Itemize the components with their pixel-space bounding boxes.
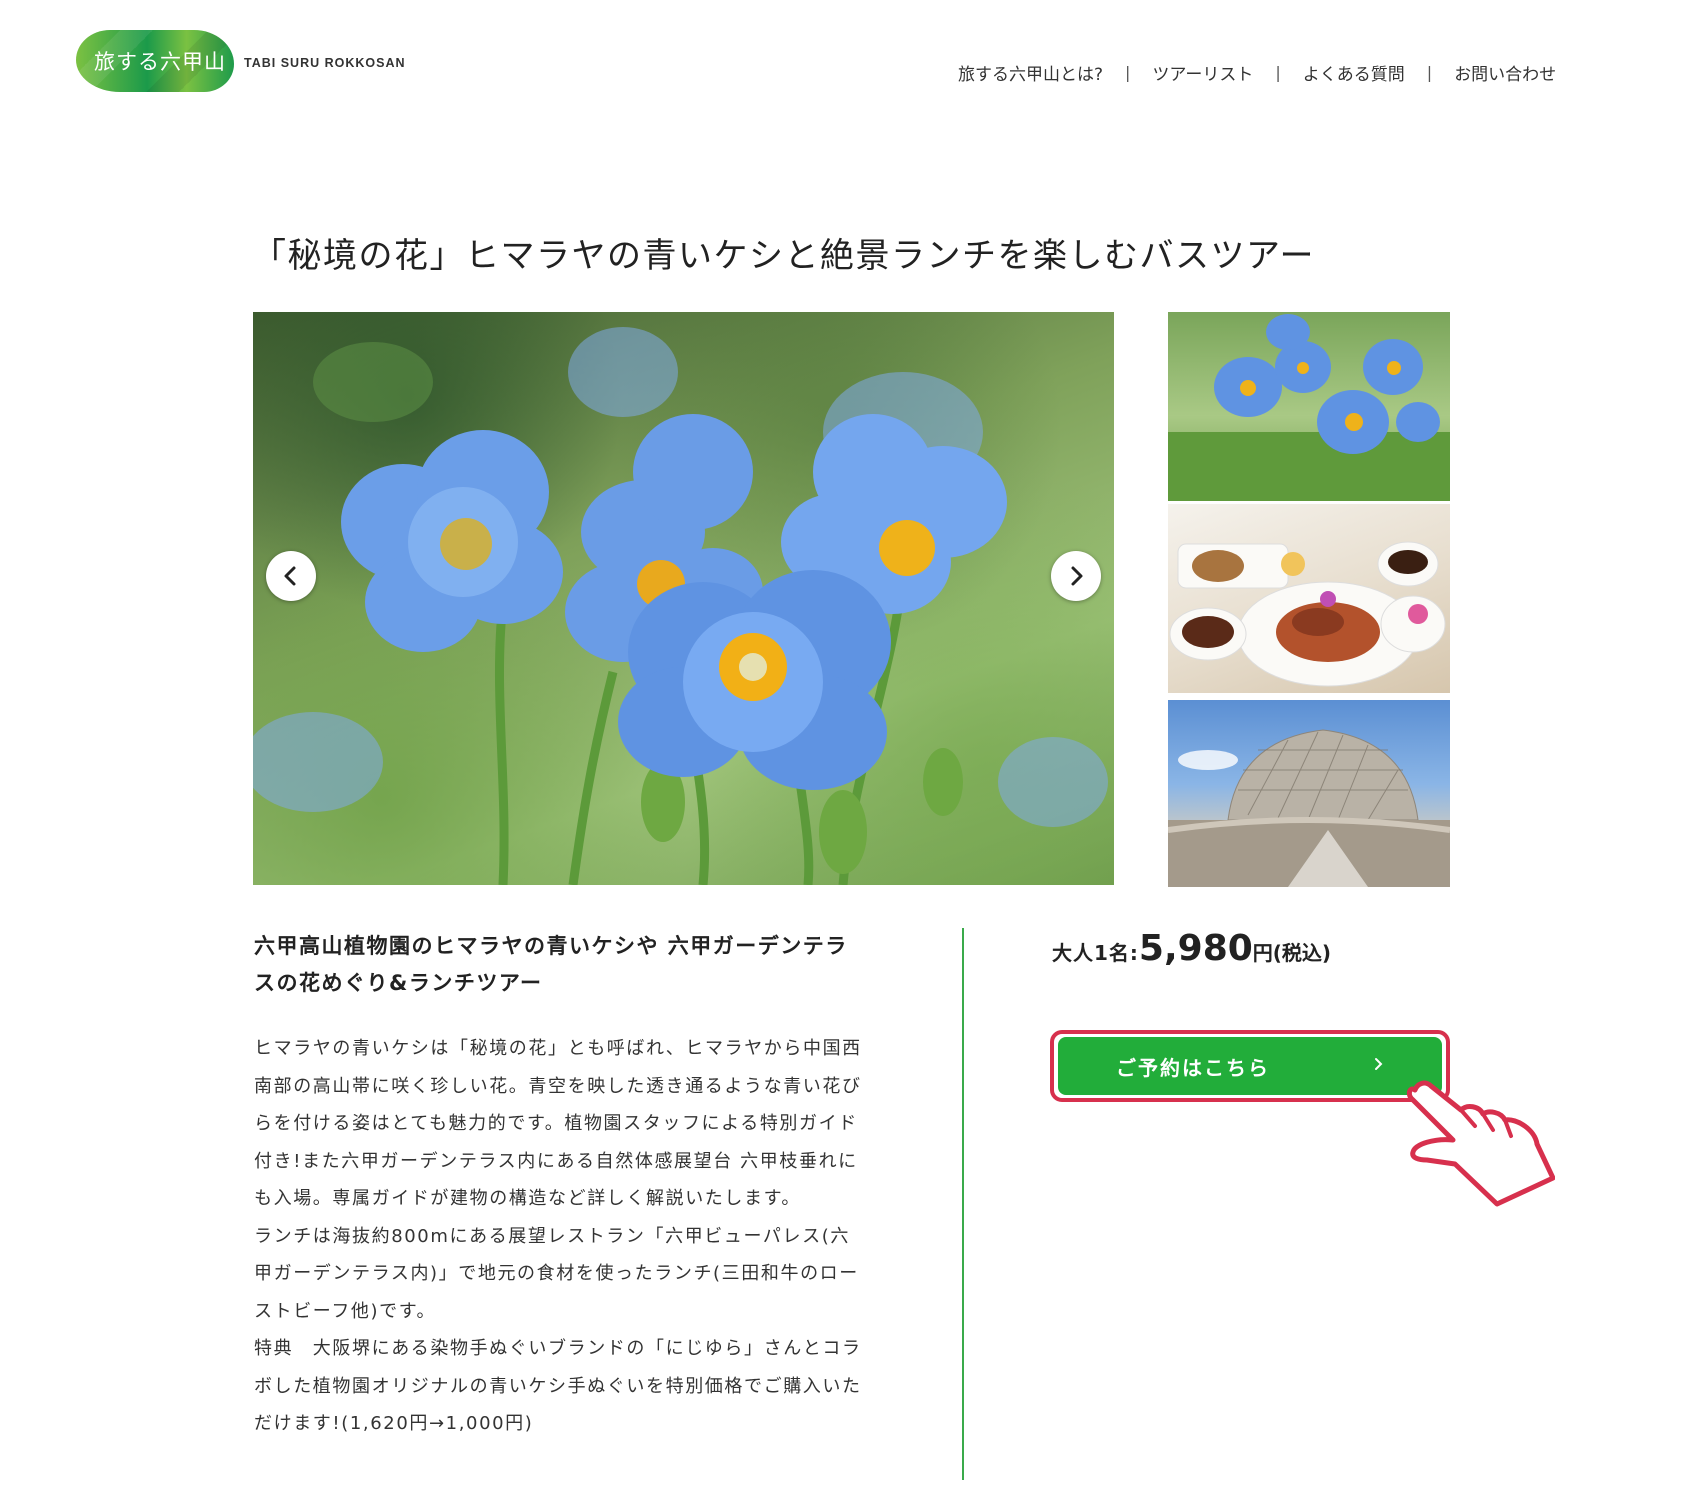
gallery-prev-button[interactable] <box>266 551 316 601</box>
thumbnail-lunch-art <box>1169 541 1446 687</box>
page-title: 「秘境の花」ヒマラヤの青いケシと絶景ランチを楽しむバスツアー <box>252 236 1315 276</box>
nav-item-tour-list[interactable]: ツアーリスト <box>1152 60 1253 85</box>
nav-item-faq[interactable]: よくある質問 <box>1303 60 1405 85</box>
column-divider <box>962 928 964 1480</box>
thumbnail-blue-poppies[interactable] <box>1168 312 1450 501</box>
tour-description: ヒマラヤの青いケシは「秘境の花」とも呼ばれ、ヒマラヤから中国西南部の高山帯に咲く… <box>254 1038 862 1434</box>
global-nav: 旅する六甲山とは? | ツアーリスト | よくある質問 | お問い合わせ <box>958 60 1556 85</box>
site-logo[interactable]: 旅する六甲山 <box>76 30 234 92</box>
logo-subtitle: TABI SURU ROKKOSAN <box>244 56 406 70</box>
nav-separator: | <box>1275 63 1281 82</box>
thumbnail-observatory[interactable] <box>1168 700 1450 887</box>
price-unit: 円(税込) <box>1252 941 1332 965</box>
price-label: 大人1名: <box>1052 941 1139 965</box>
thumbnail-observatory-art <box>1168 729 1450 887</box>
blue-poppy-illustration <box>253 327 1108 885</box>
nav-item-contact[interactable]: お問い合わせ <box>1454 60 1556 85</box>
nav-separator: | <box>1426 63 1433 82</box>
logo-text: 旅する六甲山 <box>94 50 226 74</box>
booking-button[interactable]: ご予約はこちら <box>1058 1037 1442 1095</box>
nav-separator: | <box>1125 63 1131 82</box>
booking-button-label: ご予約はこちら <box>1116 1055 1270 1080</box>
price-block: 大人1名: 5,980 円(税込) <box>1052 928 1331 969</box>
pointing-hand-icon <box>1406 1080 1555 1207</box>
hero-image <box>253 312 1114 885</box>
price-value: 5,980 <box>1138 928 1253 969</box>
chevron-right-icon <box>1071 566 1083 586</box>
chevron-left-icon <box>284 566 296 586</box>
gallery-next-button[interactable] <box>1051 551 1101 601</box>
tour-subtitle: 六甲高山植物園のヒマラヤの青いケシや 六甲ガーデンテラスの花めぐり&ランチツアー <box>254 934 848 995</box>
thumbnail-lunch[interactable] <box>1168 504 1450 693</box>
thumbnail-poppies-art <box>1168 314 1450 501</box>
chevron-right-icon <box>1375 1058 1383 1070</box>
nav-item-about[interactable]: 旅する六甲山とは? <box>958 60 1103 85</box>
